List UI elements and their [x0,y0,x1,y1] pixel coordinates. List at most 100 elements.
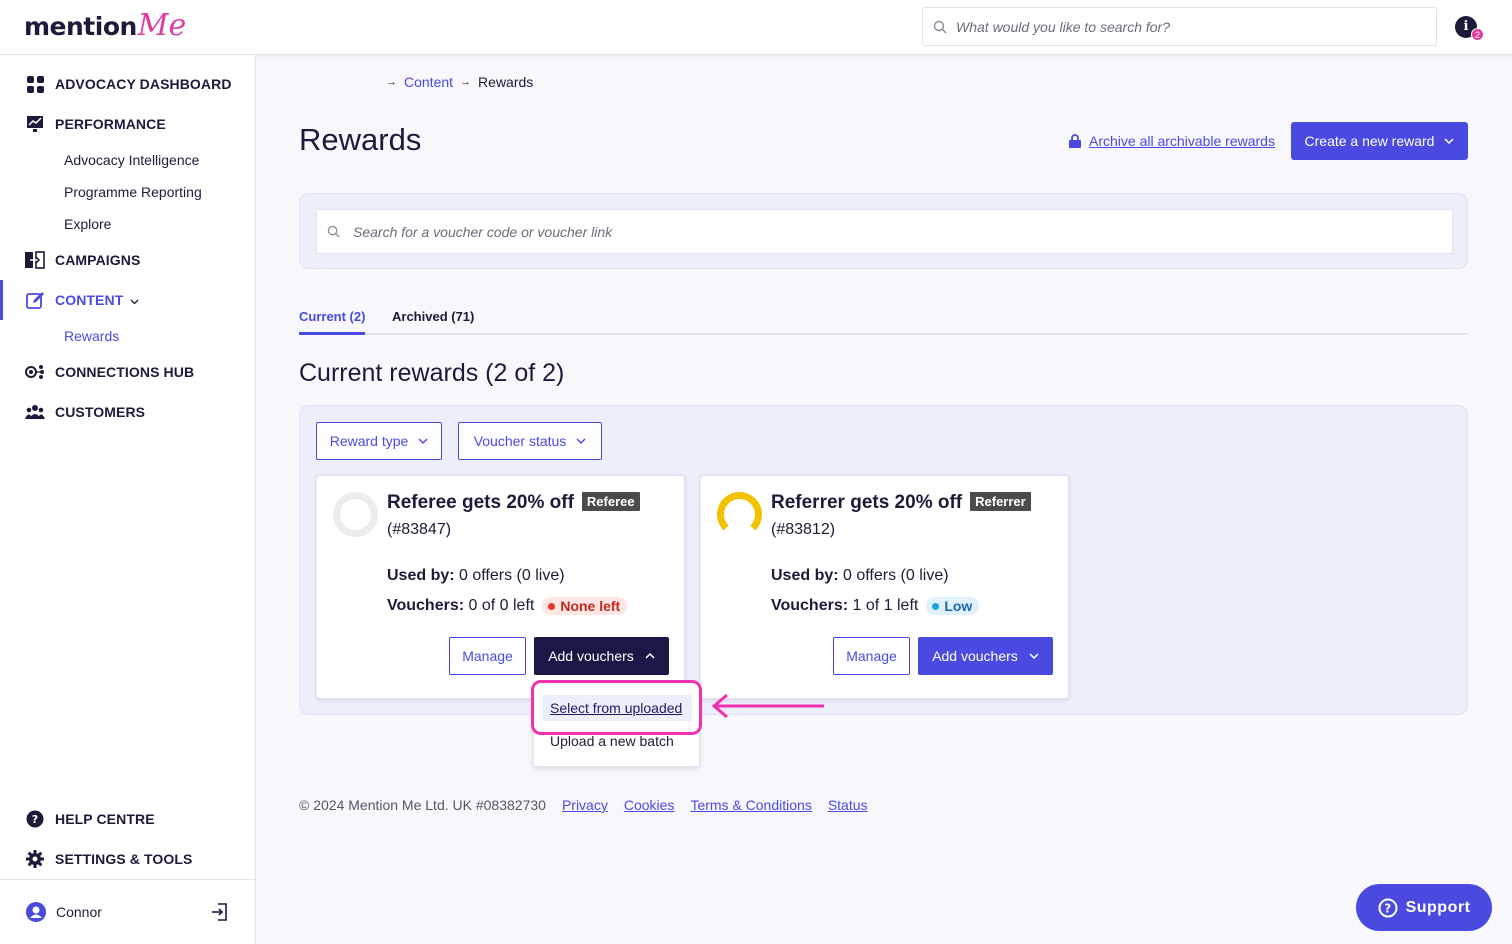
user-avatar-icon [26,902,46,922]
breadcrumb-arrow-icon: → [460,76,472,88]
search-icon [327,225,340,238]
status-badge: Low [926,597,980,615]
chevron-down-icon [576,438,586,444]
used-by-label: Used by: [771,567,839,584]
nav-label: HELP CENTRE [55,811,155,827]
breadcrumb-current: Rewards [478,74,534,90]
used-by-label: Used by: [387,567,455,584]
help-circle-icon: ? [1378,898,1398,917]
nav-advocacy-dashboard[interactable]: ADVOCACY DASHBOARD [0,64,255,104]
manage-button[interactable]: Manage [449,637,526,675]
reward-role-badge: Referrer [970,492,1031,511]
tab-archived[interactable]: Archived (71) [392,309,474,332]
nav-label: SETTINGS & TOOLS [55,851,193,867]
vouchers-value: 0 of 0 left [464,597,535,614]
used-by-value: 0 offers (0 live) [838,567,949,584]
nav-performance[interactable]: PERFORMANCE [0,104,255,144]
menu-item-upload-new-batch[interactable]: Upload a new batch [550,733,674,749]
footer-link-terms[interactable]: Terms & Conditions [690,797,811,813]
reward-used-by: Used by: 0 offers (0 live) [771,567,949,585]
status-badge: None left [542,597,628,615]
footer-link-status[interactable]: Status [828,797,868,813]
chevron-down-icon [418,438,428,444]
nav-connections-hub[interactable]: CONNECTIONS HUB [0,352,255,392]
nav-customers[interactable]: CUSTOMERS [0,392,255,432]
chevron-down-icon [1444,138,1454,145]
top-bar: mentionMe i 2 [0,0,1512,55]
reward-title: Referee gets 20% off Referee [387,492,640,514]
footer: © 2024 Mention Me Ltd. UK #08382730 Priv… [299,797,868,813]
voucher-search-input[interactable] [353,223,1433,240]
reward-id: (#83847) [387,521,452,538]
create-reward-button[interactable]: Create a new reward [1291,122,1468,160]
section-title: Current rewards (2 of 2) [299,359,565,387]
logo-text: mention [24,12,137,41]
voucher-search[interactable] [316,209,1453,254]
archive-all-label: Archive all archivable rewards [1089,133,1275,149]
sidebar: ADVOCACY DASHBOARD PERFORMANCE Advocacy … [0,55,256,944]
nav-settings-tools[interactable]: SETTINGS & TOOLS [0,839,255,879]
nav-help-centre[interactable]: ? HELP CENTRE [0,799,255,839]
annotation-highlight-box [531,680,702,735]
vouchers-label: Vouchers: [387,597,465,614]
manage-button[interactable]: Manage [833,637,910,675]
campaigns-icon [25,250,45,270]
add-vouchers-label: Add vouchers [932,648,1018,664]
nav-explore[interactable]: Explore [64,216,111,232]
support-label: Support [1405,898,1471,916]
nav-programme-reporting[interactable]: Programme Reporting [64,184,202,200]
nav-label: CAMPAIGNS [55,252,141,268]
voucher-status-label: Voucher status [473,433,567,449]
rewards-panel: Reward type Voucher status Referee gets … [299,405,1468,715]
nav-content[interactable]: CONTENT [0,280,255,320]
sidebar-divider [0,879,255,880]
breadcrumb-arrow-icon: → [386,76,397,88]
gear-icon [25,849,45,869]
svg-text:?: ? [1384,901,1391,915]
breadcrumb: → Content → Rewards [386,74,533,90]
help-icon: ? [25,809,45,829]
page-title: Rewards [299,122,422,157]
notification-badge: 2 [1471,28,1484,41]
chevron-up-icon [645,652,655,659]
add-vouchers-button[interactable]: Add vouchers [534,637,669,675]
svg-text:?: ? [32,813,38,826]
reward-type-filter[interactable]: Reward type [316,422,442,460]
nav-rewards[interactable]: Rewards [64,328,119,344]
status-dot-icon [548,602,556,610]
reward-title-text: Referrer gets 20% off [771,492,963,513]
voucher-status-filter[interactable]: Voucher status [458,422,602,460]
nav-advocacy-intelligence[interactable]: Advocacy Intelligence [64,152,199,168]
users-group-icon [25,402,45,422]
reward-title: Referrer gets 20% off Referrer [771,492,1031,514]
edit-pencil-icon [25,290,45,310]
add-vouchers-button[interactable]: Add vouchers [918,637,1053,675]
reward-vouchers: Vouchers: 1 of 1 left Low [771,597,980,615]
logout-icon[interactable] [209,901,231,923]
nav-label: ADVOCACY DASHBOARD [55,76,232,92]
global-search-input[interactable] [956,18,1416,35]
logo-accent-text: Me [137,8,187,43]
global-search[interactable] [922,7,1437,46]
mention-me-logo[interactable]: mention Me [24,10,186,44]
user-profile[interactable]: Connor [0,893,255,933]
voucher-level-ring-icon [333,492,378,537]
footer-link-privacy[interactable]: Privacy [562,797,608,813]
breadcrumb-content-link[interactable]: Content [404,74,453,90]
nav-campaigns[interactable]: CAMPAIGNS [0,240,255,280]
status-dot-icon [932,602,940,610]
search-icon [933,20,947,33]
support-button[interactable]: ? Support [1356,884,1492,931]
chevron-down-icon [130,293,139,311]
reward-card: Referrer gets 20% off Referrer (#83812) U… [700,475,1069,699]
nav-label: PERFORMANCE [55,116,166,132]
copyright-text: © 2024 Mention Me Ltd. UK #08382730 [299,797,546,813]
tab-current[interactable]: Current (2) [299,309,366,335]
reward-role-badge: Referee [581,492,640,511]
chevron-down-icon [1029,653,1039,660]
vouchers-value: 1 of 1 left [848,597,919,614]
voucher-level-ring-icon [717,492,762,537]
footer-link-cookies[interactable]: Cookies [624,797,675,813]
dashboard-grid-icon [25,74,45,94]
archive-all-link[interactable]: Archive all archivable rewards [1069,133,1275,149]
